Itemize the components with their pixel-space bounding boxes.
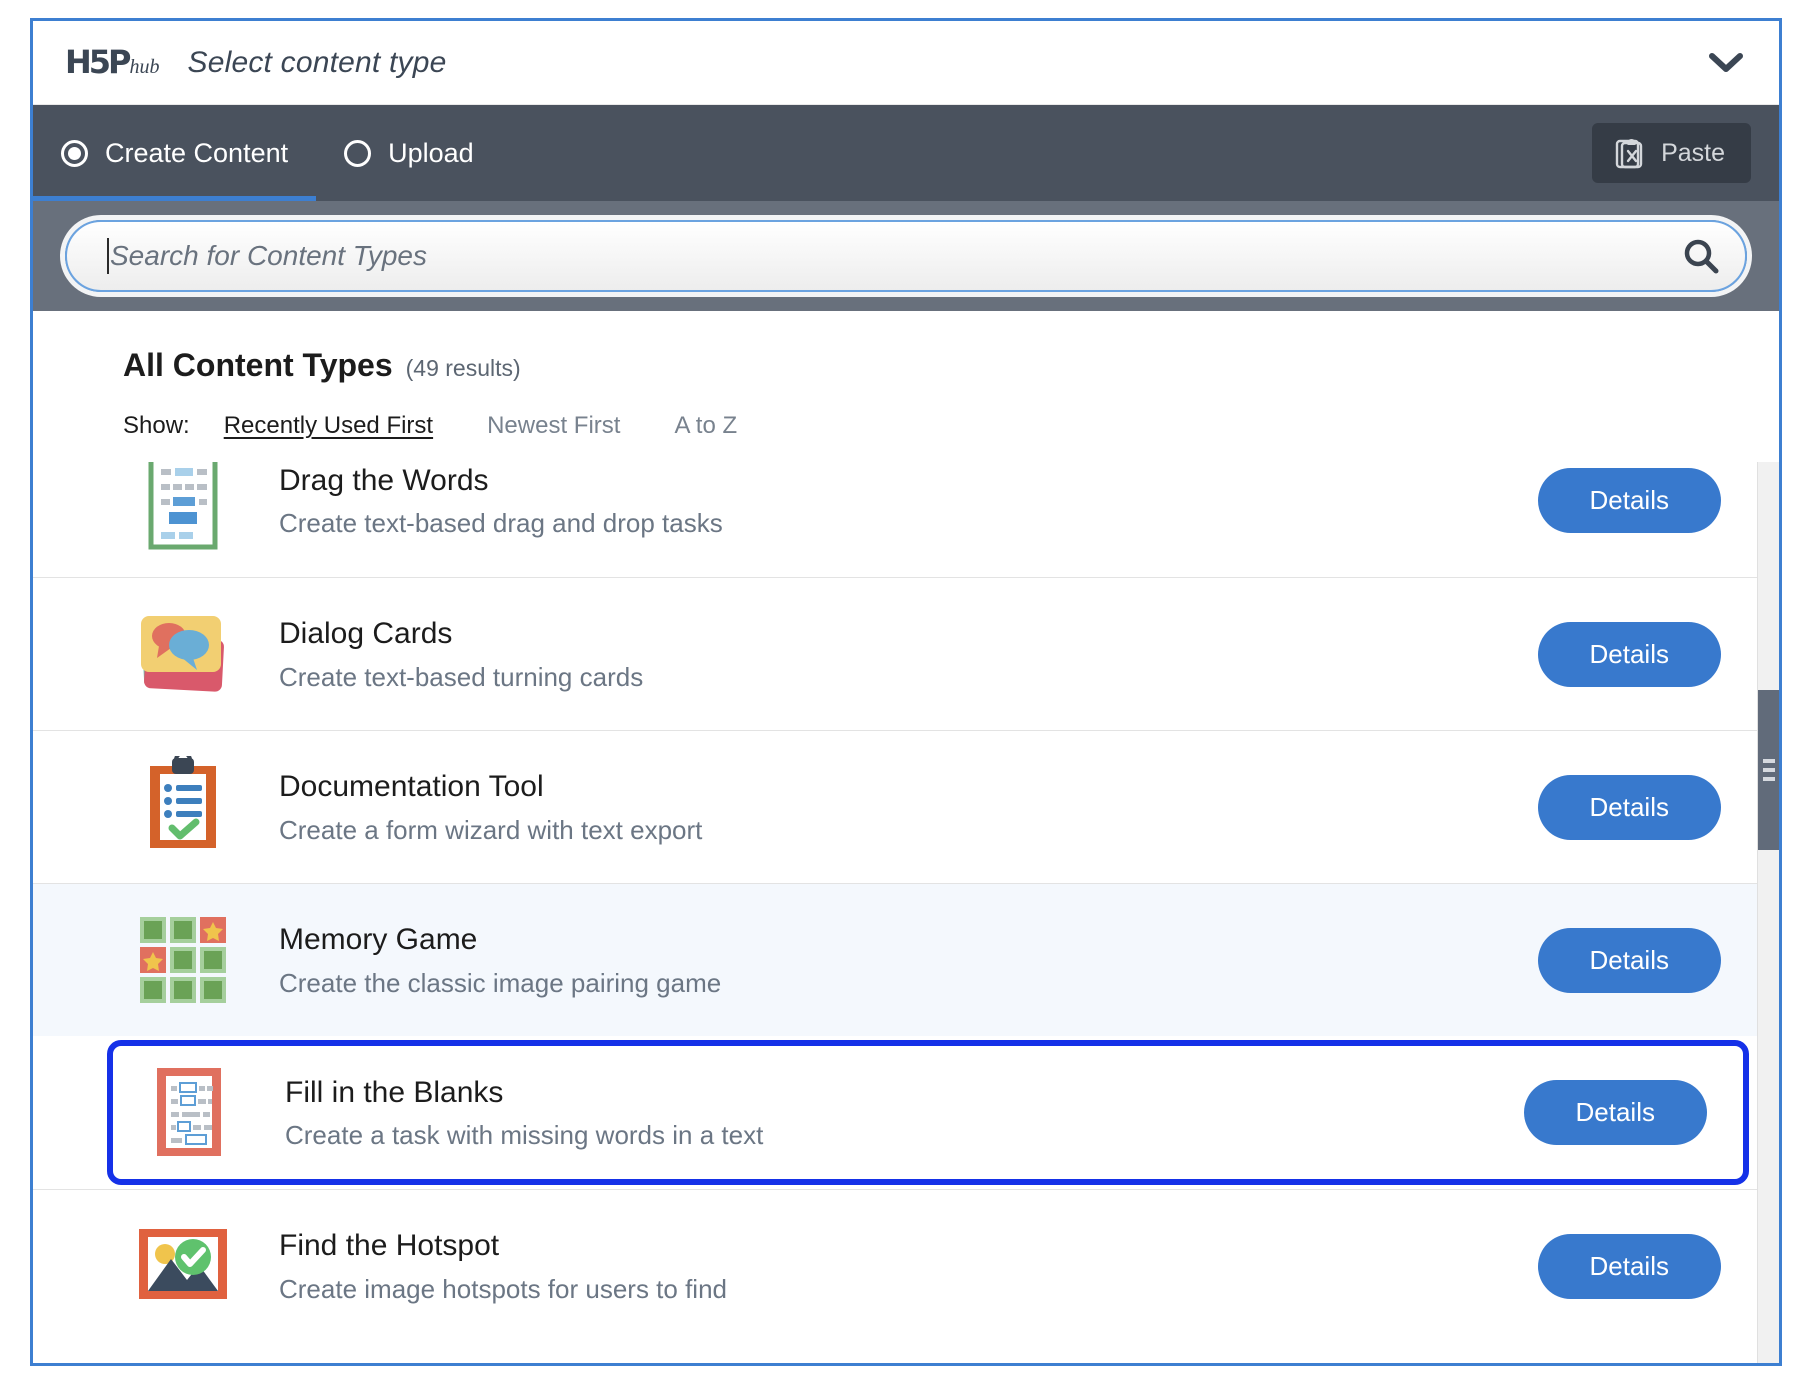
content-type-list-area: Drag the Words Create text-based drag an… bbox=[33, 462, 1779, 1363]
text-caret bbox=[107, 238, 109, 274]
search-field-wrapper[interactable] bbox=[65, 220, 1747, 292]
list-item[interactable]: Documentation Tool Create a form wizard … bbox=[33, 730, 1757, 883]
logo-h5p-text: H5P bbox=[65, 43, 131, 81]
tab-create-content-label: Create Content bbox=[105, 137, 289, 168]
radio-dot bbox=[68, 146, 81, 160]
list-item[interactable]: Drag the Words Create text-based drag an… bbox=[33, 462, 1757, 577]
content-type-title: Documentation Tool bbox=[279, 770, 544, 803]
tab-upload[interactable]: Upload bbox=[316, 105, 502, 201]
radio-unselected-icon bbox=[344, 139, 372, 167]
mode-tabs: Create Content Upload bbox=[33, 105, 502, 201]
content-type-title: Fill in the Blanks bbox=[285, 1075, 504, 1109]
content-type-description: Create image hotspots for users to find bbox=[279, 1273, 728, 1304]
search-input[interactable] bbox=[110, 240, 1681, 272]
find-the-hotspot-icon bbox=[123, 1211, 243, 1321]
fill-in-the-blanks-icon bbox=[129, 1058, 249, 1168]
documentation-tool-icon bbox=[123, 752, 243, 862]
content-type-title: Find the Hotspot bbox=[279, 1229, 500, 1262]
sort-recently-used-first[interactable]: Recently Used First bbox=[224, 412, 433, 440]
tab-upload-label: Upload bbox=[388, 137, 474, 168]
radio-selected-icon bbox=[61, 139, 88, 167]
grip-line bbox=[1762, 777, 1775, 781]
page-title: Select content type bbox=[187, 45, 447, 79]
list-item[interactable]: Dialog Cards Create text-based turning c… bbox=[33, 577, 1757, 730]
mode-toolbar: Create Content Upload Paste bbox=[33, 105, 1779, 201]
details-button[interactable]: Details bbox=[1537, 621, 1721, 687]
content-type-description: Create text-based turning cards bbox=[279, 661, 644, 692]
h5p-hub-logo: H5P hub bbox=[65, 46, 160, 79]
dialog-cards-icon bbox=[123, 599, 243, 709]
content-type-description: Create the classic image pairing game bbox=[279, 967, 722, 998]
content-type-list: Drag the Words Create text-based drag an… bbox=[33, 462, 1757, 1363]
list-item-text: Fill in the Blanks Create a task with mi… bbox=[249, 1074, 1524, 1152]
grip-line bbox=[1762, 768, 1775, 772]
tab-create-content[interactable]: Create Content bbox=[33, 105, 317, 201]
content-type-title: Dialog Cards bbox=[279, 617, 453, 650]
list-item-text: Documentation Tool Create a form wizard … bbox=[243, 768, 1538, 846]
logo-hub-text: hub bbox=[129, 56, 160, 78]
list-item[interactable]: Find the Hotspot Create image hotspots f… bbox=[33, 1189, 1757, 1342]
results-title-row: All Content Types (49 results) bbox=[123, 347, 1779, 384]
clipboard-x-icon bbox=[1615, 139, 1643, 169]
show-label: Show: bbox=[123, 412, 190, 439]
content-type-description: Create a form wizard with text export bbox=[279, 814, 703, 845]
details-button[interactable]: Details bbox=[1523, 1080, 1707, 1145]
sort-newest-first[interactable]: Newest First bbox=[487, 412, 620, 440]
content-type-title: Memory Game bbox=[279, 923, 478, 956]
list-item-text: Drag the Words Create text-based drag an… bbox=[243, 462, 1538, 540]
hub-header: H5P hub Select content type bbox=[33, 21, 1779, 105]
results-header: All Content Types (49 results) Show: Rec… bbox=[33, 311, 1779, 462]
drag-the-words-icon bbox=[123, 462, 243, 556]
list-scrollbar[interactable] bbox=[1757, 462, 1779, 1363]
chevron-down-glyph bbox=[1709, 52, 1743, 72]
details-button[interactable]: Details bbox=[1537, 1233, 1721, 1299]
search-icon[interactable] bbox=[1681, 236, 1721, 276]
paste-button[interactable]: Paste bbox=[1592, 123, 1751, 183]
chevron-down-icon[interactable] bbox=[1699, 36, 1753, 90]
content-type-description: Create text-based drag and drop tasks bbox=[279, 508, 723, 538]
memory-game-icon bbox=[123, 905, 243, 1015]
sort-controls: Show: Recently Used First Newest First A… bbox=[123, 412, 1779, 462]
details-button[interactable]: Details bbox=[1537, 468, 1721, 533]
h5p-hub-dialog: H5P hub Select content type Create Conte… bbox=[30, 18, 1782, 1366]
sort-a-to-z[interactable]: A to Z bbox=[674, 412, 737, 440]
results-title: All Content Types bbox=[123, 347, 393, 383]
results-count: (49 results) bbox=[405, 355, 521, 381]
list-item-selected[interactable]: Fill in the Blanks Create a task with mi… bbox=[107, 1040, 1749, 1185]
list-item[interactable]: Memory Game Create the classic image pai… bbox=[33, 883, 1757, 1036]
list-item-text: Dialog Cards Create text-based turning c… bbox=[243, 615, 1538, 693]
paste-button-label: Paste bbox=[1661, 138, 1725, 167]
details-button[interactable]: Details bbox=[1537, 774, 1721, 840]
list-item-text: Memory Game Create the classic image pai… bbox=[243, 921, 1538, 999]
content-type-description: Create a task with missing words in a te… bbox=[285, 1120, 764, 1150]
search-band bbox=[33, 201, 1779, 311]
details-button[interactable]: Details bbox=[1537, 927, 1721, 993]
list-item-text: Find the Hotspot Create image hotspots f… bbox=[243, 1227, 1538, 1305]
scrollbar-thumb[interactable] bbox=[1758, 690, 1779, 850]
content-type-title: Drag the Words bbox=[279, 463, 489, 497]
grip-line bbox=[1762, 759, 1775, 763]
